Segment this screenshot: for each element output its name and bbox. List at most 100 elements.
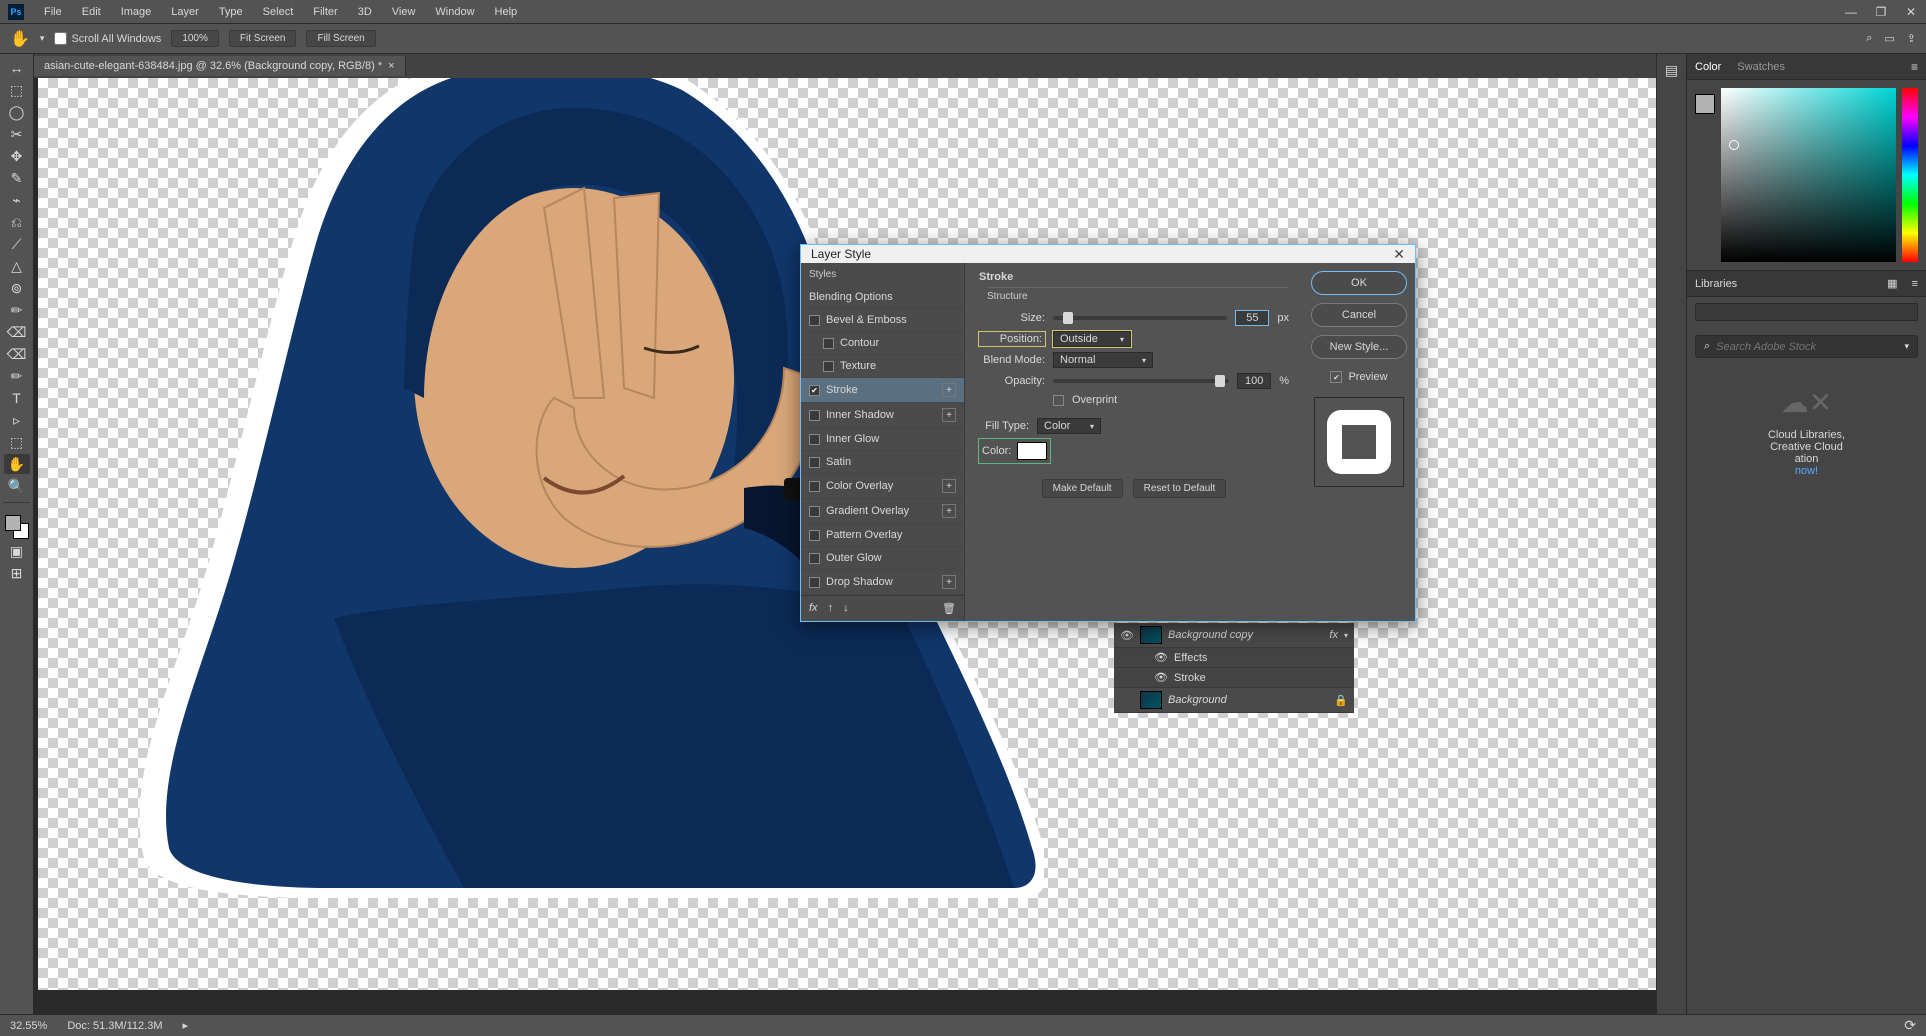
eyedropper-tool[interactable]: ✎ bbox=[4, 168, 30, 188]
menu-layer[interactable]: Layer bbox=[161, 6, 209, 18]
style-satin[interactable]: Satin bbox=[801, 451, 964, 474]
color-fg-swatch[interactable] bbox=[1695, 94, 1715, 114]
lib-selector[interactable] bbox=[1695, 303, 1918, 321]
close-icon[interactable]: ✕ bbox=[1896, 2, 1926, 22]
style-inner-glow[interactable]: Inner Glow bbox=[801, 428, 964, 451]
chevron-down-icon[interactable]: ▾ bbox=[1904, 341, 1909, 352]
quick-select-tool[interactable]: ✂ bbox=[4, 124, 30, 144]
lib-link[interactable]: now! bbox=[1795, 465, 1818, 477]
visibility-icon[interactable]: 👁 bbox=[1154, 651, 1168, 664]
lib-search[interactable]: ⌕ ▾ bbox=[1695, 335, 1918, 358]
tool-preset-chevron-icon[interactable]: ▾ bbox=[40, 33, 45, 44]
brush-tool[interactable]: ⎌ bbox=[4, 212, 30, 232]
menu-image[interactable]: Image bbox=[111, 6, 162, 18]
arrow-down-icon[interactable]: ↓ bbox=[843, 602, 849, 615]
size-value[interactable]: 55 bbox=[1235, 310, 1269, 326]
visibility-icon[interactable]: 👁 bbox=[1154, 671, 1168, 684]
gradient-tool[interactable]: ✏ bbox=[4, 300, 30, 320]
fx-badge[interactable]: fx bbox=[1329, 629, 1338, 641]
style-texture[interactable]: Texture bbox=[801, 355, 964, 378]
add-icon[interactable]: + bbox=[942, 575, 956, 589]
menu-select[interactable]: Select bbox=[253, 6, 304, 18]
document-tab[interactable]: asian-cute-elegant-638484.jpg @ 32.6% (B… bbox=[34, 56, 406, 76]
search-icon[interactable]: ⌕ bbox=[1866, 32, 1872, 45]
preview-toggle[interactable]: Preview bbox=[1330, 371, 1387, 383]
history-panel-icon[interactable]: ▤ bbox=[1665, 62, 1678, 79]
fx-icon[interactable]: fx bbox=[809, 602, 818, 615]
style-contour[interactable]: Contour bbox=[801, 332, 964, 355]
blur-tool[interactable]: ⌫ bbox=[4, 322, 30, 342]
lib-list-icon[interactable]: ≡ bbox=[1912, 278, 1918, 290]
layer-row-bg[interactable]: Background 🔒 bbox=[1114, 688, 1354, 713]
style-stroke[interactable]: Stroke+ bbox=[801, 378, 964, 403]
fill-type-dropdown[interactable]: Color ▾ bbox=[1037, 418, 1101, 434]
chevron-down-icon[interactable]: ▾ bbox=[1344, 631, 1348, 640]
make-default-button[interactable]: Make Default bbox=[1042, 479, 1123, 498]
tab-libraries[interactable]: Libraries bbox=[1695, 278, 1737, 290]
layer-stroke-row[interactable]: 👁 Stroke bbox=[1114, 668, 1354, 688]
style-bevel[interactable]: Bevel & Emboss bbox=[801, 309, 964, 332]
style-gradient-overlay[interactable]: Gradient Overlay+ bbox=[801, 499, 964, 524]
fit-screen-button[interactable]: Fit Screen bbox=[229, 30, 297, 47]
minimize-icon[interactable]: — bbox=[1836, 2, 1866, 22]
menu-type[interactable]: Type bbox=[209, 6, 253, 18]
panel-menu-icon[interactable]: ≡ bbox=[1911, 60, 1918, 74]
layer-effects-row[interactable]: 👁 Effects bbox=[1114, 648, 1354, 668]
fill-screen-button[interactable]: Fill Screen bbox=[306, 30, 375, 47]
move-tool[interactable]: ↔ bbox=[4, 58, 30, 78]
stroke-color-chip[interactable] bbox=[1017, 442, 1047, 460]
shape-tool[interactable]: ⬚ bbox=[4, 432, 30, 452]
blend-mode-dropdown[interactable]: Normal ▾ bbox=[1053, 352, 1153, 368]
checkbox[interactable] bbox=[809, 457, 820, 468]
style-pattern-overlay[interactable]: Pattern Overlay bbox=[801, 524, 964, 547]
new-style-button[interactable]: New Style... bbox=[1311, 335, 1407, 359]
style-inner-shadow[interactable]: Inner Shadow+ bbox=[801, 403, 964, 428]
style-drop-shadow[interactable]: Drop Shadow+ bbox=[801, 570, 964, 595]
type-tool[interactable]: T bbox=[4, 388, 30, 408]
restore-icon[interactable]: ❐ bbox=[1866, 2, 1896, 22]
document-tab-close-icon[interactable]: × bbox=[388, 60, 394, 72]
ok-button[interactable]: OK bbox=[1311, 271, 1407, 295]
healing-tool[interactable]: ⌁ bbox=[4, 190, 30, 210]
checkbox[interactable] bbox=[809, 553, 820, 564]
checkbox[interactable] bbox=[809, 530, 820, 541]
zoom-tool[interactable]: 🔍 bbox=[4, 476, 30, 496]
style-outer-glow[interactable]: Outer Glow bbox=[801, 547, 964, 570]
menu-file[interactable]: File bbox=[34, 6, 72, 18]
screenmode-tool[interactable]: ⊞ bbox=[4, 563, 30, 583]
dodge-tool[interactable]: ⌫ bbox=[4, 344, 30, 364]
size-slider[interactable] bbox=[1053, 316, 1227, 320]
add-icon[interactable]: + bbox=[942, 504, 956, 518]
visibility-icon[interactable]: 👁 bbox=[1120, 629, 1134, 642]
dialog-titlebar[interactable]: Layer Style ✕ bbox=[801, 245, 1415, 263]
checkbox[interactable] bbox=[809, 315, 820, 326]
lib-grid-icon[interactable]: ▦ bbox=[1887, 277, 1897, 290]
status-chevron-icon[interactable]: ▸ bbox=[183, 1019, 189, 1032]
zoom-readout[interactable]: 32.55% bbox=[10, 1020, 47, 1032]
checkbox[interactable] bbox=[809, 506, 820, 517]
dialog-close-icon[interactable]: ✕ bbox=[1393, 246, 1405, 263]
add-icon[interactable]: + bbox=[942, 479, 956, 493]
checkbox[interactable] bbox=[823, 361, 834, 372]
tab-swatches[interactable]: Swatches bbox=[1737, 61, 1785, 73]
history-brush-tool[interactable]: △ bbox=[4, 256, 30, 276]
preview-checkbox[interactable] bbox=[1330, 371, 1342, 383]
checkbox[interactable] bbox=[823, 338, 834, 349]
tab-color[interactable]: Color bbox=[1695, 61, 1721, 73]
overprint-checkbox[interactable] bbox=[1053, 395, 1064, 406]
add-icon[interactable]: + bbox=[942, 383, 956, 397]
menu-edit[interactable]: Edit bbox=[72, 6, 111, 18]
eraser-tool[interactable]: ⊚ bbox=[4, 278, 30, 298]
trash-icon[interactable]: 🗑 bbox=[942, 602, 956, 615]
pen-tool[interactable]: ✏ bbox=[4, 366, 30, 386]
share-icon[interactable]: ⇪ bbox=[1907, 32, 1916, 45]
zoom-100-button[interactable]: 100% bbox=[171, 30, 219, 47]
sync-icon[interactable]: ⟳ bbox=[1904, 1017, 1916, 1034]
menu-window[interactable]: Window bbox=[425, 6, 484, 18]
menu-3d[interactable]: 3D bbox=[348, 6, 382, 18]
menu-filter[interactable]: Filter bbox=[303, 6, 347, 18]
checkbox[interactable] bbox=[809, 385, 820, 396]
checkbox[interactable] bbox=[809, 410, 820, 421]
add-icon[interactable]: + bbox=[942, 408, 956, 422]
style-color-overlay[interactable]: Color Overlay+ bbox=[801, 474, 964, 499]
